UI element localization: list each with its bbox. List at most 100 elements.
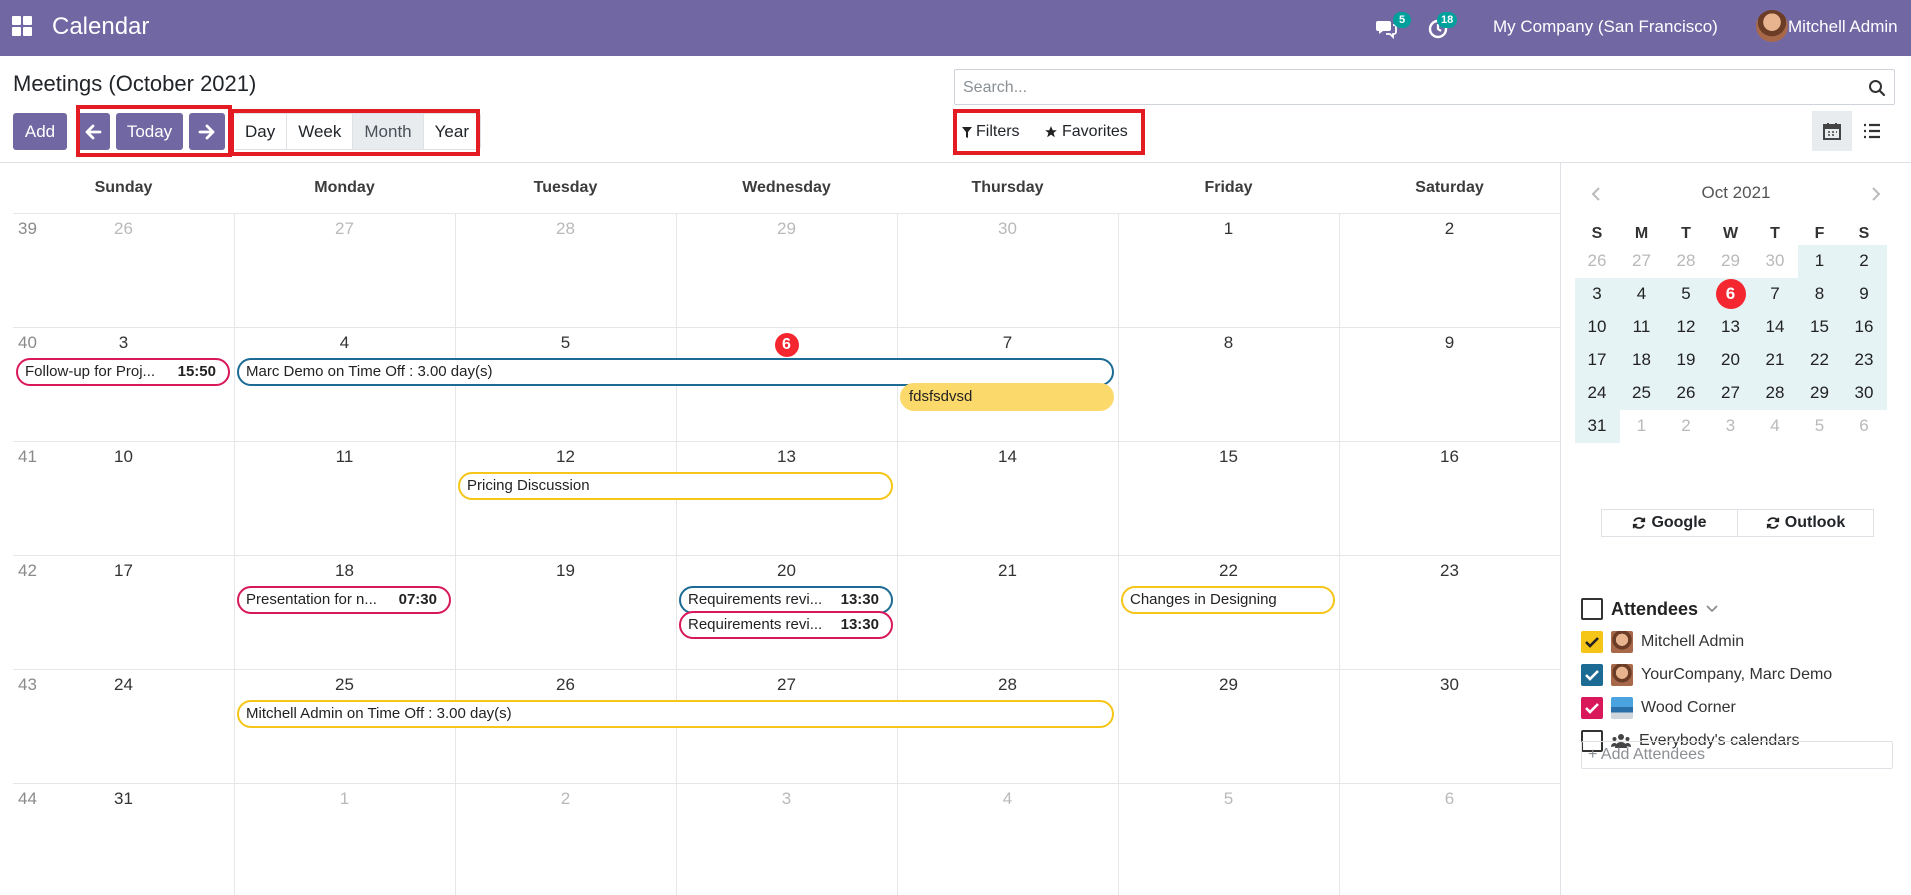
day-number[interactable]: 30 — [1339, 675, 1560, 695]
apps-menu-icon[interactable] — [12, 16, 34, 38]
day-number[interactable]: 30 — [897, 219, 1118, 239]
event-title: Marc Demo on Time Off : 3.00 day(s) — [246, 363, 493, 380]
calendar-event[interactable]: Presentation for n... 07:30 — [237, 586, 451, 614]
day-number[interactable]: 3 — [13, 333, 234, 353]
attendees-header[interactable]: Attendees — [1581, 596, 1718, 622]
mini-calendar-title: Oct 2021 — [1701, 183, 1771, 202]
attendee-item[interactable]: Wood Corner — [1581, 695, 1736, 721]
day-number[interactable]: 1 — [234, 789, 455, 809]
day-number[interactable]: 6 — [676, 333, 897, 357]
calendar-event[interactable]: fdsfsdvsd — [900, 383, 1114, 411]
weekday-header: Wednesday — [742, 179, 831, 196]
calendar-event[interactable]: Pricing Discussion — [458, 472, 893, 500]
grid-line — [13, 213, 1560, 214]
event-title: fdsfsdvsd — [909, 388, 973, 405]
day-number[interactable]: 8 — [1118, 333, 1339, 353]
attendee-item[interactable]: Mitchell Admin — [1581, 629, 1744, 655]
day-number[interactable]: 11 — [234, 447, 455, 467]
day-number[interactable]: 29 — [676, 219, 897, 239]
day-number[interactable]: 10 — [13, 447, 234, 467]
user-avatar[interactable] — [1756, 10, 1788, 42]
day-number[interactable]: 26 — [13, 219, 234, 239]
day-number[interactable]: 16 — [1339, 447, 1560, 467]
day-number[interactable]: 20 — [676, 561, 897, 581]
weekday-header: Friday — [1204, 179, 1253, 196]
day-number[interactable]: 5 — [1118, 789, 1339, 809]
check-icon — [1585, 637, 1599, 648]
day-number[interactable]: 19 — [455, 561, 676, 581]
user-menu[interactable]: Mitchell Admin — [1788, 16, 1898, 38]
avatar — [1611, 664, 1633, 686]
weekday-header: Saturday — [1415, 179, 1484, 196]
day-number[interactable]: 28 — [897, 675, 1118, 695]
mini-day[interactable]: 2 — [1664, 406, 1708, 446]
day-number[interactable]: 23 — [1339, 561, 1560, 581]
attendee-item[interactable]: YourCompany, Marc Demo — [1581, 662, 1832, 688]
day-number[interactable]: 27 — [676, 675, 897, 695]
list-view-button[interactable] — [1852, 111, 1892, 151]
day-number[interactable]: 31 — [13, 789, 234, 809]
day-number[interactable]: 15 — [1118, 447, 1339, 467]
day-number[interactable]: 1 — [1118, 219, 1339, 239]
attendee-checkbox[interactable] — [1581, 664, 1603, 686]
outlook-sync-button[interactable]: Outlook — [1738, 510, 1873, 536]
day-number[interactable]: 14 — [897, 447, 1118, 467]
highlight-box-filters — [953, 109, 1145, 155]
attendees-select-all-checkbox[interactable] — [1581, 598, 1603, 620]
mini-day[interactable]: 31 — [1575, 406, 1619, 446]
day-number[interactable]: 6 — [1339, 789, 1560, 809]
event-time: 13:30 — [836, 588, 879, 612]
attendee-checkbox[interactable] — [1581, 697, 1603, 719]
search-input[interactable] — [963, 77, 1843, 99]
attendee-checkbox[interactable] — [1581, 631, 1603, 653]
day-number[interactable]: 21 — [897, 561, 1118, 581]
calendar-event[interactable]: Requirements revi... 13:30 — [679, 611, 893, 639]
day-number[interactable]: 25 — [234, 675, 455, 695]
day-number[interactable]: 2 — [455, 789, 676, 809]
sync-icon — [1766, 517, 1779, 529]
chevron-right-icon[interactable] — [1867, 185, 1885, 203]
search-bar — [954, 69, 1895, 105]
day-number[interactable]: 9 — [1339, 333, 1560, 353]
calendar-view-button[interactable] — [1812, 111, 1852, 151]
company-switcher[interactable]: My Company (San Francisco) — [1493, 16, 1718, 38]
day-number[interactable]: 4 — [234, 333, 455, 353]
event-title: Changes in Designing — [1130, 591, 1277, 608]
mini-day[interactable]: 1 — [1620, 406, 1664, 446]
add-attendees-input[interactable]: + Add Attendees — [1581, 741, 1893, 769]
day-number[interactable]: 27 — [234, 219, 455, 239]
day-number[interactable]: 3 — [676, 789, 897, 809]
weekday-header: Tuesday — [533, 179, 598, 196]
mini-day[interactable]: 5 — [1798, 406, 1842, 446]
calendar-event[interactable]: Marc Demo on Time Off : 3.00 day(s) — [237, 358, 1114, 386]
day-number[interactable]: 29 — [1118, 675, 1339, 695]
day-number[interactable]: 7 — [897, 333, 1118, 353]
mini-day[interactable]: 4 — [1753, 406, 1797, 446]
day-number[interactable]: 5 — [455, 333, 676, 353]
mini-day[interactable]: 3 — [1709, 406, 1753, 446]
google-sync-button[interactable]: Google — [1602, 510, 1738, 536]
day-number[interactable]: 12 — [455, 447, 676, 467]
day-number[interactable]: 13 — [676, 447, 897, 467]
chevron-down-icon[interactable] — [1706, 605, 1718, 613]
search-icon[interactable] — [1868, 79, 1886, 97]
day-number[interactable]: 22 — [1118, 561, 1339, 581]
mini-day[interactable]: 6 — [1842, 406, 1886, 446]
today-badge: 6 — [774, 333, 799, 357]
calendar-event[interactable]: Changes in Designing — [1121, 586, 1335, 614]
day-number[interactable]: 17 — [13, 561, 234, 581]
day-number[interactable]: 18 — [234, 561, 455, 581]
calendar-event[interactable]: Mitchell Admin on Time Off : 3.00 day(s) — [237, 700, 1114, 728]
app-title[interactable]: Calendar — [52, 12, 149, 42]
calendar-event[interactable]: Follow-up for Proj... 15:50 — [16, 358, 230, 386]
weekday-header: Thursday — [971, 179, 1044, 196]
day-number[interactable]: 28 — [455, 219, 676, 239]
calendar-event[interactable]: Requirements revi... 13:30 — [679, 586, 893, 614]
attendees-title: Attendees — [1611, 598, 1699, 619]
add-button[interactable]: Add — [13, 113, 67, 150]
day-number[interactable]: 2 — [1339, 219, 1560, 239]
day-number[interactable]: 24 — [13, 675, 234, 695]
day-number[interactable]: 26 — [455, 675, 676, 695]
grid-line — [13, 555, 1560, 556]
day-number[interactable]: 4 — [897, 789, 1118, 809]
